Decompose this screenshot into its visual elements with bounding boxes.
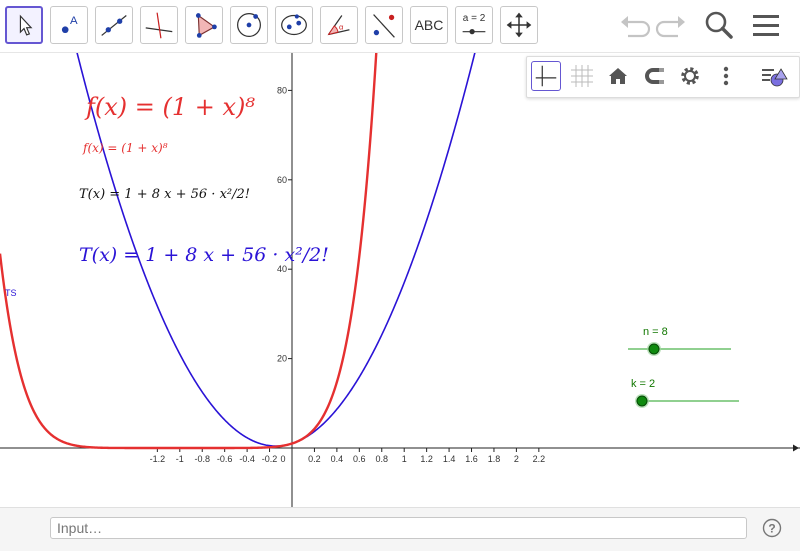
search-icon	[705, 11, 733, 39]
slider-n[interactable]: n = 8	[628, 326, 731, 356]
redo-button[interactable]	[652, 6, 690, 44]
move-graphics-view-icon	[506, 12, 532, 38]
svg-text:α: α	[339, 23, 344, 32]
hamburger-menu-icon	[753, 15, 779, 36]
input-bar: ?	[0, 507, 800, 551]
reflect-tool-button[interactable]	[365, 6, 403, 44]
more-options-button[interactable]	[711, 61, 741, 91]
perpendicular-line-icon	[145, 12, 173, 39]
graphics-settings-button[interactable]	[675, 61, 705, 91]
taylor-formula-large[interactable]: T(x) = 1 + 8 x + 56 · x²/2!	[79, 244, 329, 266]
x-tick-label: -0.4	[239, 454, 255, 464]
svg-text:A: A	[70, 15, 78, 27]
x-tick-label: 1.2	[420, 454, 433, 464]
y-tick-label: 20	[277, 354, 287, 364]
x-tick-label: 0.8	[376, 454, 389, 464]
angle-icon: α	[327, 15, 350, 36]
point-icon: A	[61, 15, 78, 34]
x-tick-label: 0.6	[353, 454, 366, 464]
magnet-icon	[645, 68, 664, 84]
y-tick-label: 80	[277, 85, 287, 95]
style-bar-toggle-icon	[762, 68, 788, 87]
x-tick-label: 2.2	[533, 454, 546, 464]
style-bar-toggle-button[interactable]	[759, 61, 789, 91]
slider-n-handle[interactable]	[648, 343, 660, 355]
toolbar: A α ABC a = 2	[0, 0, 800, 52]
ts-curve-label[interactable]: TS	[5, 288, 17, 298]
plot-canvas[interactable]: -1.2 -1 -0.8 -0.6 -0.4 -0.2 0 0.2 0.4 0.6 0.8 1 1.2 1…	[0, 53, 800, 508]
toggle-grid-button[interactable]	[567, 61, 597, 91]
x-tick-label: -1.2	[150, 454, 166, 464]
f-formula-large[interactable]: f(x) = (1 + x)⁸	[84, 93, 255, 121]
x-tick-label: -0.8	[194, 454, 210, 464]
more-vertical-icon	[723, 66, 729, 86]
algebra-input-field[interactable]	[50, 517, 747, 539]
gear-icon	[681, 67, 699, 85]
perpendicular-tool-button[interactable]	[140, 6, 178, 44]
conic-tool-button[interactable]	[275, 6, 313, 44]
x-tick-label: 1.4	[443, 454, 456, 464]
redo-icon	[655, 16, 685, 38]
x-tick-label: 0	[280, 454, 285, 464]
polygon-tool-button[interactable]	[185, 6, 223, 44]
slider-k-label: k = 2	[631, 378, 655, 390]
x-tick-label: 1.8	[488, 454, 501, 464]
x-tick-label: 1	[402, 454, 407, 464]
slider-k-handle[interactable]	[636, 395, 648, 407]
svg-text:?: ?	[768, 522, 775, 536]
home-icon	[609, 68, 627, 84]
slider-tool-button[interactable]: a = 2	[455, 6, 493, 44]
line-icon	[101, 15, 127, 36]
x-tick-label: -1	[176, 454, 184, 464]
undo-icon	[621, 16, 651, 38]
cursor-arrow-icon	[19, 14, 33, 36]
graphics-style-bar	[526, 56, 800, 98]
axes-icon	[535, 65, 557, 87]
grid-icon	[571, 65, 593, 87]
help-icon[interactable]: ?	[762, 518, 782, 538]
x-tick-label: -0.6	[217, 454, 233, 464]
slider-icon	[462, 28, 486, 35]
y-tick-label: 60	[277, 175, 287, 185]
x-tick-label: 0.2	[308, 454, 321, 464]
angle-tool-button[interactable]: α	[320, 6, 358, 44]
circle-tool-button[interactable]	[230, 6, 268, 44]
slider-n-label: n = 8	[643, 326, 668, 338]
point-tool-button[interactable]: A	[50, 6, 88, 44]
text-icon: ABC	[414, 17, 444, 33]
f-formula-small[interactable]: f(x) = (1 + x)⁸	[82, 141, 168, 155]
text-tool-button[interactable]: ABC	[410, 6, 448, 44]
taylor-formula-small[interactable]: T(x) = 1 + 8 x + 56 · x²/2!	[79, 187, 250, 202]
reflect-icon	[373, 14, 395, 38]
x-tick-label: 1.6	[465, 454, 478, 464]
ellipse-icon	[281, 14, 307, 36]
search-button[interactable]	[700, 6, 738, 44]
x-tick-label: -0.2	[262, 454, 278, 464]
toggle-axes-button[interactable]	[531, 61, 561, 91]
move-tool-button[interactable]	[5, 6, 43, 44]
polygon-icon	[195, 13, 217, 38]
x-axis-arrow	[793, 444, 799, 452]
undo-button[interactable]	[616, 6, 654, 44]
standard-view-button[interactable]	[603, 61, 633, 91]
x-tick-label: 2	[514, 454, 519, 464]
graphics-view[interactable]: -1.2 -1 -0.8 -0.6 -0.4 -0.2 0 0.2 0.4 0.6 0.8 1 1.2 1…	[0, 52, 800, 508]
point-capturing-button[interactable]	[639, 61, 669, 91]
circle-center-icon	[237, 13, 261, 37]
line-tool-button[interactable]	[95, 6, 133, 44]
slider-k[interactable]: k = 2	[631, 378, 739, 408]
main-menu-button[interactable]	[747, 6, 785, 44]
move-view-tool-button[interactable]	[500, 6, 538, 44]
x-tick-label: 0.4	[331, 454, 344, 464]
